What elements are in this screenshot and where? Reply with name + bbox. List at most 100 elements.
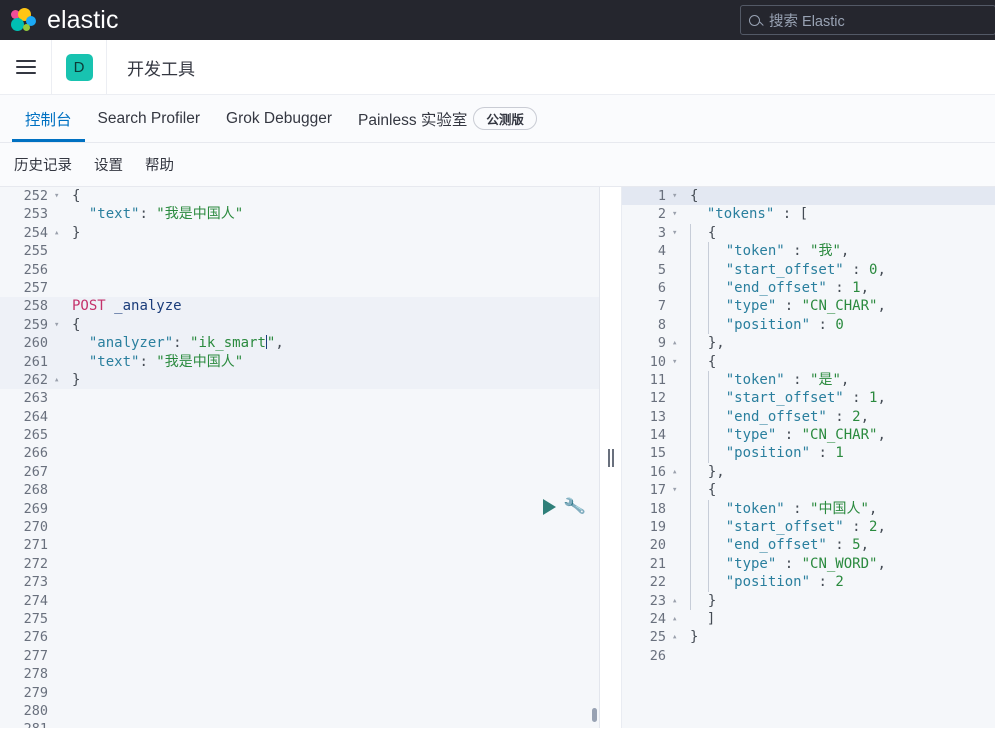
code-line[interactable]: 14 "type" : "CN_CHAR", <box>622 426 995 444</box>
indent-guide <box>690 297 708 315</box>
code-line[interactable]: 268 <box>0 481 599 499</box>
code-line[interactable]: 23▴ } <box>622 592 995 610</box>
code-line[interactable]: 253 "text": "我是中国人" <box>0 205 599 223</box>
code-line[interactable]: 17▾ { <box>622 481 995 499</box>
code-line[interactable]: 255 <box>0 242 599 260</box>
hamburger-menu-icon[interactable] <box>0 40 52 95</box>
code-line[interactable]: 9▴ }, <box>622 334 995 352</box>
code-line[interactable]: 279 <box>0 684 599 702</box>
code-line[interactable]: 8 "position" : 0 <box>622 316 995 334</box>
tab-painless-lab[interactable]: Painless 实验室 公测版 <box>345 95 550 142</box>
code-line[interactable]: 267 <box>0 463 599 481</box>
toolbar-history-button[interactable]: 历史记录 <box>14 154 72 175</box>
elastic-logo-icon[interactable] <box>10 7 37 34</box>
code-line[interactable]: 2▾ "tokens" : [ <box>622 205 995 223</box>
code-line[interactable]: 277 <box>0 647 599 665</box>
code-line[interactable]: 261 "text": "我是中国人" <box>0 353 599 371</box>
code-line[interactable]: 20 "end_offset" : 5, <box>622 536 995 554</box>
tab-console[interactable]: 控制台 <box>12 95 85 142</box>
app-badge-container[interactable]: D <box>52 40 107 95</box>
code-line[interactable]: 19 "start_offset" : 2, <box>622 518 995 536</box>
code-line[interactable]: 7 "type" : "CN_CHAR", <box>622 297 995 315</box>
code-text: "text": "我是中国人" <box>66 205 599 223</box>
code-line[interactable]: 273 <box>0 573 599 591</box>
code-line[interactable]: 10▾ { <box>622 353 995 371</box>
tab-grok-debugger[interactable]: Grok Debugger <box>213 95 345 142</box>
code-line[interactable]: 6 "end_offset" : 1, <box>622 279 995 297</box>
play-run-request-icon[interactable] <box>543 499 556 515</box>
fold-toggle-icon[interactable]: ▴ <box>670 463 684 481</box>
code-line[interactable]: 272 <box>0 555 599 573</box>
fold-toggle-icon[interactable]: ▴ <box>52 224 66 242</box>
code-line[interactable]: 257 <box>0 279 599 297</box>
toolbar-settings-button[interactable]: 设置 <box>94 154 123 175</box>
fold-toggle-icon[interactable]: ▾ <box>52 316 66 334</box>
drag-handle-icon[interactable] <box>600 187 622 728</box>
code-line[interactable]: 252▾{ <box>0 187 599 205</box>
code-line[interactable]: 1▾{ <box>622 187 995 205</box>
code-line[interactable]: 22 "position" : 2 <box>622 573 995 591</box>
code-line[interactable]: 11 "token" : "是", <box>622 371 995 389</box>
fold-toggle-icon[interactable]: ▴ <box>670 628 684 646</box>
code-line[interactable]: 281 <box>0 720 599 728</box>
code-line[interactable]: 259▾{ <box>0 316 599 334</box>
global-search-box[interactable]: 搜索 Elastic <box>740 5 995 35</box>
code-line[interactable]: 5 "start_offset" : 0, <box>622 261 995 279</box>
editor-vertical-scrollbar[interactable] <box>592 708 597 722</box>
code-line[interactable]: 256 <box>0 261 599 279</box>
code-line[interactable]: 26 <box>622 647 995 665</box>
fold-toggle-icon[interactable]: ▴ <box>670 610 684 628</box>
line-number: 279 <box>0 684 52 702</box>
line-number: 20 <box>622 536 670 554</box>
response-viewer-lines[interactable]: 1▾{2▾ "tokens" : [3▾ {4 "token" : "我",5 … <box>622 187 995 665</box>
fold-toggle-icon[interactable]: ▾ <box>670 224 684 242</box>
code-line[interactable]: 21 "type" : "CN_WORD", <box>622 555 995 573</box>
response-viewer-pane[interactable]: 1▾{2▾ "tokens" : [3▾ {4 "token" : "我",5 … <box>622 187 995 728</box>
code-line[interactable]: 275 <box>0 610 599 628</box>
fold-toggle-icon[interactable]: ▾ <box>52 187 66 205</box>
code-line[interactable]: 4 "token" : "我", <box>622 242 995 260</box>
code-line[interactable]: 13 "end_offset" : 2, <box>622 408 995 426</box>
code-line[interactable]: 263 <box>0 389 599 407</box>
code-line[interactable]: 270 <box>0 518 599 536</box>
code-line[interactable]: 18 "token" : "中国人", <box>622 500 995 518</box>
line-number: 271 <box>0 536 52 554</box>
code-line[interactable]: 258POST _analyze <box>0 297 599 315</box>
fold-toggle-icon[interactable]: ▾ <box>670 481 684 499</box>
code-line[interactable]: 254▴} <box>0 224 599 242</box>
wrench-settings-icon[interactable]: 🔧 <box>563 496 587 516</box>
request-editor-pane[interactable]: 252▾{253 "text": "我是中国人"254▴}25525625725… <box>0 187 600 728</box>
code-line[interactable]: 16▴ }, <box>622 463 995 481</box>
code-line[interactable]: 15 "position" : 1 <box>622 444 995 462</box>
token-punc: : <box>785 372 810 388</box>
fold-toggle-icon[interactable]: ▴ <box>670 592 684 610</box>
code-line[interactable]: 274 <box>0 592 599 610</box>
code-line[interactable]: 278 <box>0 665 599 683</box>
code-line[interactable]: 265 <box>0 426 599 444</box>
fold-toggle-icon[interactable]: ▾ <box>670 205 684 223</box>
search-input-placeholder[interactable]: 搜索 Elastic <box>769 10 845 31</box>
code-line[interactable]: 276 <box>0 628 599 646</box>
code-line[interactable]: 262▴} <box>0 371 599 389</box>
token-punc: : <box>844 519 869 535</box>
token-punc: }, <box>708 464 725 480</box>
code-line[interactable]: 269 <box>0 500 599 518</box>
token-punc: , <box>861 409 869 425</box>
code-line[interactable]: 12 "start_offset" : 1, <box>622 389 995 407</box>
brand-name[interactable]: elastic <box>47 6 119 35</box>
code-line[interactable]: 280 <box>0 702 599 720</box>
request-editor-lines[interactable]: 252▾{253 "text": "我是中国人"254▴}25525625725… <box>0 187 599 728</box>
fold-toggle-icon[interactable]: ▴ <box>52 371 66 389</box>
code-line[interactable]: 260 "analyzer": "ik_smart", <box>0 334 599 352</box>
fold-toggle-icon[interactable]: ▴ <box>670 334 684 352</box>
code-line[interactable]: 264 <box>0 408 599 426</box>
toolbar-help-button[interactable]: 帮助 <box>145 154 174 175</box>
fold-toggle-icon[interactable]: ▾ <box>670 187 684 205</box>
code-line[interactable]: 266 <box>0 444 599 462</box>
code-line[interactable]: 3▾ { <box>622 224 995 242</box>
tab-search-profiler[interactable]: Search Profiler <box>85 95 214 142</box>
code-line[interactable]: 271 <box>0 536 599 554</box>
code-line[interactable]: 24▴ ] <box>622 610 995 628</box>
code-line[interactable]: 25▴} <box>622 628 995 646</box>
fold-toggle-icon[interactable]: ▾ <box>670 353 684 371</box>
